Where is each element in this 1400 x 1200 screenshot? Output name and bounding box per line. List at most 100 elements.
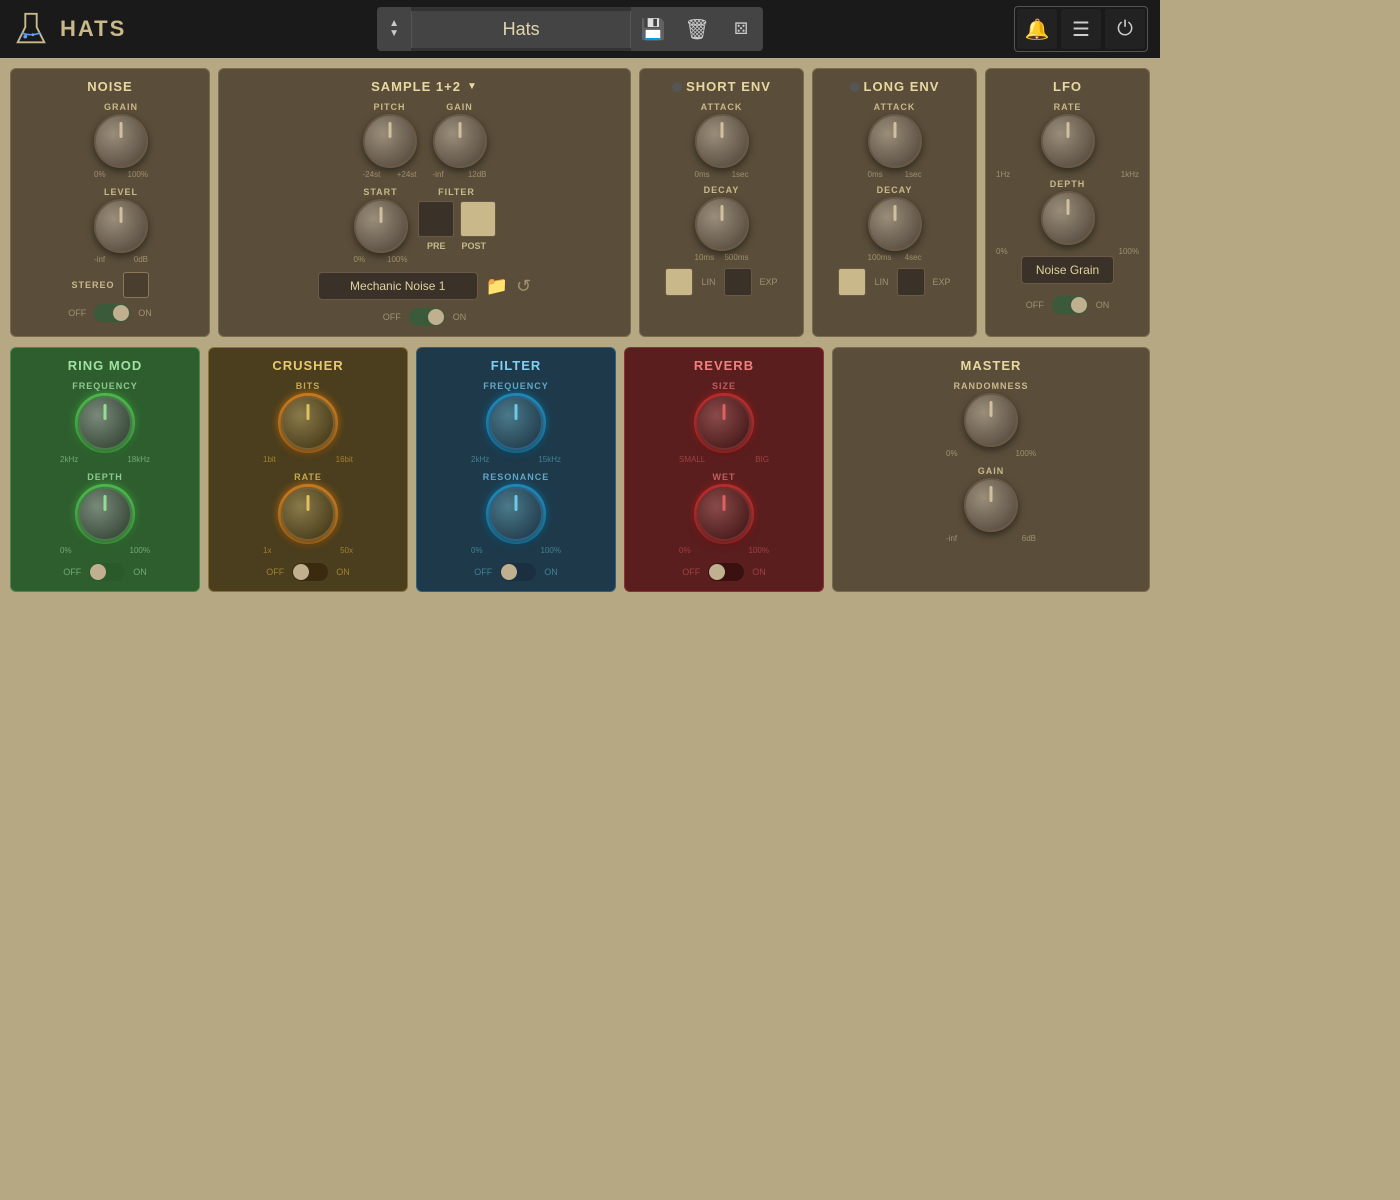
start-knob[interactable]	[354, 199, 408, 253]
pitch-label: PITCH	[374, 102, 406, 112]
preset-name-display: Hats	[411, 11, 631, 48]
sample-folder-button[interactable]: 📁	[486, 276, 508, 297]
pitch-knob-container: PITCH -24st+24st	[363, 102, 417, 179]
master-title: MASTER	[843, 358, 1139, 373]
grain-label: GRAIN	[104, 102, 138, 112]
lfo-toggle[interactable]	[1052, 296, 1088, 314]
random-button[interactable]: ⚄	[719, 7, 763, 51]
lfo-rate-label: RATE	[1054, 102, 1082, 112]
filter-section: FILTER PRE POST	[418, 187, 496, 251]
filter-pre-button[interactable]	[418, 201, 454, 237]
ring-toggle-row: OFF ON	[21, 563, 189, 581]
sample-toggle[interactable]	[409, 308, 445, 326]
long-decay-label: DECAY	[877, 185, 913, 195]
lfo-depth-knob[interactable]	[1041, 191, 1095, 245]
stereo-button[interactable]	[123, 272, 149, 298]
preset-nav-button[interactable]: ▲ ▼	[377, 7, 411, 51]
save-button[interactable]: 💾	[631, 7, 675, 51]
gain-range: -inf12dB	[433, 170, 487, 179]
short-lin-exp-row: LIN EXP	[650, 268, 793, 296]
wet-knob[interactable]	[697, 487, 751, 541]
resonance-ring	[486, 484, 546, 544]
preset-nav-bar: ▲ ▼ Hats 💾 🗑 ⚄	[377, 7, 763, 51]
size-knob[interactable]	[697, 396, 751, 450]
lfo-depth-row: DEPTH 0%100%	[996, 179, 1139, 256]
crusher-toggle[interactable]	[292, 563, 328, 581]
crusher-toggle-off-label: OFF	[266, 567, 284, 577]
crusher-toggle-row: OFF ON	[219, 563, 397, 581]
stereo-row: STEREO	[21, 272, 199, 298]
sample-panel: SAMPLE 1+2 ▼ PITCH -24st+24st GAIN -inf1…	[218, 68, 631, 337]
noise-toggle[interactable]	[94, 304, 130, 322]
delete-button[interactable]: 🗑	[675, 7, 719, 51]
resonance-knob[interactable]	[489, 487, 543, 541]
short-attack-row: ATTACK 0ms1sec	[650, 102, 793, 179]
stereo-label: STEREO	[71, 280, 114, 290]
ring-freq-ring	[75, 393, 135, 453]
short-decay-range: 10ms500ms	[695, 253, 749, 262]
main-content: NOISE GRAIN 0%100% LEVEL -inf0dB	[0, 58, 1160, 602]
short-decay-knob[interactable]	[695, 197, 749, 251]
bell-button[interactable]: 🔔	[1017, 9, 1057, 49]
long-env-title-row: LONG ENV	[823, 79, 966, 94]
long-env-title: LONG ENV	[864, 79, 940, 94]
bits-knob-container: BITS 1bit16bit	[219, 381, 397, 464]
crusher-title: CRUSHER	[219, 358, 397, 373]
level-knob[interactable]	[94, 199, 148, 253]
long-decay-knob[interactable]	[868, 197, 922, 251]
bits-range: 1bit16bit	[263, 455, 353, 464]
noise-panel-title: NOISE	[21, 79, 199, 94]
menu-button[interactable]: ☰	[1061, 9, 1101, 49]
filter-post-button[interactable]	[460, 201, 496, 237]
ring-depth-knob[interactable]	[78, 487, 132, 541]
ring-depth-range: 0%100%	[60, 546, 150, 555]
long-lin-exp-row: LIN EXP	[823, 268, 966, 296]
sample-reload-button[interactable]: ↺	[516, 276, 531, 297]
lfo-target-display[interactable]: Noise Grain	[1021, 256, 1114, 284]
filter-freq-knob[interactable]	[489, 396, 543, 450]
master-gain-knob[interactable]	[964, 478, 1018, 532]
long-lin-button[interactable]	[838, 268, 866, 296]
reverb-toggle[interactable]	[708, 563, 744, 581]
sample-toggle-on-label: ON	[453, 312, 467, 322]
ring-depth-knob-container: DEPTH 0%100%	[21, 472, 189, 555]
header-left: HATS	[12, 10, 126, 48]
ring-mod-title: RING MOD	[21, 358, 189, 373]
short-decay-label: DECAY	[704, 185, 740, 195]
crusher-rate-knob[interactable]	[281, 487, 335, 541]
power-button[interactable]: ⏻	[1105, 9, 1145, 49]
ring-freq-knob[interactable]	[78, 396, 132, 450]
sample-dropdown-arrow[interactable]: ▼	[467, 81, 478, 92]
long-attack-knob[interactable]	[868, 114, 922, 168]
grain-knob[interactable]	[94, 114, 148, 168]
long-lin-label: LIN	[874, 277, 888, 287]
bits-knob[interactable]	[281, 396, 335, 450]
ring-freq-knob-ring	[75, 393, 135, 453]
randomness-knob[interactable]	[964, 393, 1018, 447]
ring-toggle[interactable]	[89, 563, 125, 581]
top-row: NOISE GRAIN 0%100% LEVEL -inf0dB	[10, 68, 1150, 337]
lfo-depth-label: DEPTH	[1050, 179, 1086, 189]
size-knob-container: SIZE SMALLBIG	[635, 381, 813, 464]
level-range: -inf0dB	[94, 255, 148, 264]
short-lin-button[interactable]	[665, 268, 693, 296]
sample-panel-title: SAMPLE 1+2 ▼	[229, 79, 620, 94]
lfo-toggle-row: OFF ON	[996, 296, 1139, 314]
lfo-toggle-thumb	[1071, 297, 1087, 313]
lfo-rate-range: 1Hz1kHz	[996, 170, 1139, 179]
lfo-rate-knob[interactable]	[1041, 114, 1095, 168]
short-attack-knob[interactable]	[695, 114, 749, 168]
filter-label: FILTER	[438, 187, 475, 197]
filter-toggle[interactable]	[500, 563, 536, 581]
long-exp-button[interactable]	[897, 268, 925, 296]
short-exp-button[interactable]	[724, 268, 752, 296]
filter-toggle-thumb	[501, 564, 517, 580]
wet-knob-container: WET 0%100%	[635, 472, 813, 555]
resonance-knob-container: RESONANCE 0%100%	[427, 472, 605, 555]
pitch-knob[interactable]	[363, 114, 417, 168]
short-lin-label: LIN	[701, 277, 715, 287]
reverb-toggle-on-label: ON	[752, 567, 766, 577]
crusher-rate-label: RATE	[294, 472, 322, 482]
ring-freq-knob-container: FREQUENCY 2kHz18kHz	[21, 381, 189, 464]
gain-knob[interactable]	[433, 114, 487, 168]
